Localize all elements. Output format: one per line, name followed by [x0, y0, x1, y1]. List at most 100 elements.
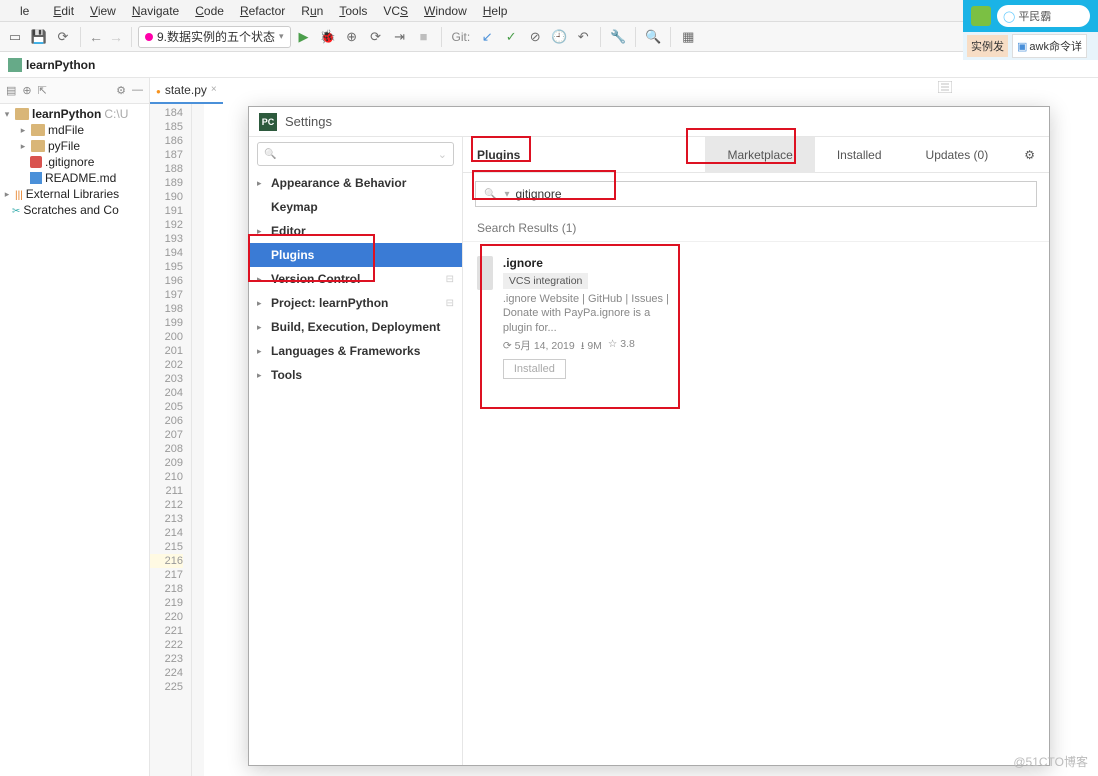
project-tree[interactable]: ▾ learnPython C:\U ▸ mdFile ▸ pyFile .gi… [0, 104, 149, 220]
tab-marketplace[interactable]: Marketplace [705, 137, 814, 173]
menu-edit[interactable]: Edit [45, 4, 82, 18]
plugin-install-button[interactable]: Installed [503, 359, 566, 379]
tree-file-gitignore[interactable]: .gitignore [0, 154, 149, 170]
tree-external-libraries[interactable]: ▸ External Libraries [0, 186, 149, 202]
breadcrumb-project[interactable]: learnPython [26, 58, 95, 72]
debug-button[interactable]: 🐞 [317, 26, 339, 48]
menu-tools[interactable]: Tools [331, 4, 375, 18]
settings-category-project-learnpython[interactable]: ▸Project: learnPython⊟ [249, 291, 462, 315]
menu-file[interactable]: le [4, 4, 45, 18]
editor-overview-icon[interactable] [937, 80, 953, 94]
tree-scratches[interactable]: Scratches and Co [0, 202, 149, 218]
line-number: 208 [150, 442, 183, 456]
external-window: ◯ 平民霸 实例发 ▣awk命令详 [963, 0, 1098, 90]
line-number-gutter: 1841851861871881891901911921931941951961… [150, 104, 192, 776]
line-number: 185 [150, 120, 183, 134]
git-compare-icon[interactable]: ⊘ [524, 26, 546, 48]
menu-view[interactable]: View [82, 4, 124, 18]
search-results-label: Search Results (1) [463, 215, 1049, 242]
gear-icon[interactable]: ⚙ [116, 84, 126, 97]
hide-icon[interactable]: — [132, 84, 143, 97]
settings-category-languages-frameworks[interactable]: ▸Languages & Frameworks [249, 339, 462, 363]
browser-tab[interactable]: ▣awk命令详 [1012, 34, 1087, 58]
settings-category-tools[interactable]: ▸Tools [249, 363, 462, 387]
browser-search[interactable]: ◯ 平民霸 [997, 5, 1090, 27]
watermark: @51CTO博客 [1013, 753, 1088, 770]
menu-code[interactable]: Code [187, 4, 232, 18]
git-revert-icon[interactable]: ↶ [572, 26, 594, 48]
attach-button[interactable]: ⇥ [389, 26, 411, 48]
editor-tab-label: state.py [165, 83, 207, 97]
markdown-icon [30, 172, 42, 184]
save-icon[interactable]: 💾 [28, 26, 50, 48]
menu-navigate[interactable]: Navigate [124, 4, 187, 18]
structure-icon[interactable]: ▦ [677, 26, 699, 48]
plugins-heading: Plugins [463, 148, 534, 162]
forward-button[interactable]: → [107, 29, 125, 45]
coverage-button[interactable]: ⊕ [341, 26, 363, 48]
line-number: 202 [150, 358, 183, 372]
stop-button[interactable]: ■ [413, 26, 435, 48]
refresh-icon[interactable]: ⟳ [52, 26, 74, 48]
line-number: 203 [150, 372, 183, 386]
run-config-selector[interactable]: 9.数据实例的五个状态 ▾ [138, 26, 291, 48]
settings-titlebar: PC Settings [249, 107, 1049, 137]
tree-root[interactable]: ▾ learnPython C:\U [0, 106, 149, 122]
ide-settings-icon[interactable]: 🔧 [607, 26, 629, 48]
git-commit-icon[interactable]: ✓ [500, 26, 522, 48]
tree-file-readme[interactable]: README.md [0, 170, 149, 186]
line-number: 214 [150, 526, 183, 540]
line-number: 224 [150, 666, 183, 680]
line-number: 192 [150, 218, 183, 232]
line-number: 206 [150, 414, 183, 428]
git-history-icon[interactable]: 🕘 [548, 26, 570, 48]
line-number: 205 [150, 400, 183, 414]
editor-tab-state[interactable]: state.py × [150, 78, 223, 104]
line-number: 198 [150, 302, 183, 316]
locate-icon[interactable]: ⊕ [22, 84, 31, 97]
menu-vcs[interactable]: VCS [375, 4, 416, 18]
close-tab-icon[interactable]: × [211, 84, 217, 95]
plugins-gear-icon[interactable]: ⚙ [1010, 137, 1049, 173]
line-number: 225 [150, 680, 183, 694]
menu-help[interactable]: Help [475, 4, 516, 18]
line-number: 204 [150, 386, 183, 400]
app-launcher-icon[interactable] [971, 6, 991, 26]
collapse-icon[interactable]: ⇱ [38, 84, 47, 97]
browser-tab[interactable]: 实例发 [967, 35, 1008, 57]
settings-category-build-execution-deployment[interactable]: ▸Build, Execution, Deployment [249, 315, 462, 339]
line-number: 187 [150, 148, 183, 162]
tab-updates[interactable]: Updates (0) [904, 137, 1011, 173]
menu-refactor[interactable]: Refactor [232, 4, 293, 18]
settings-category-editor[interactable]: ▸Editor [249, 219, 462, 243]
plugin-result-card[interactable]: .ignore VCS integration .ignore Website … [477, 256, 677, 379]
settings-search-input[interactable]: ⌄ [257, 142, 454, 166]
run-button[interactable]: ▶ [293, 26, 315, 48]
tree-folder-pyfile[interactable]: ▸ pyFile [0, 138, 149, 154]
editor-area[interactable] [204, 104, 223, 776]
settings-category-plugins[interactable]: Plugins [249, 243, 462, 267]
settings-category-version-control[interactable]: ▸Version Control⊟ [249, 267, 462, 291]
line-number: 186 [150, 134, 183, 148]
git-update-icon[interactable]: ↙ [476, 26, 498, 48]
line-number: 200 [150, 330, 183, 344]
menu-run[interactable]: Run [293, 4, 331, 18]
project-select-icon[interactable]: ▤ [6, 84, 16, 97]
search-icon[interactable]: 🔍 [642, 26, 664, 48]
settings-category-keymap[interactable]: Keymap [249, 195, 462, 219]
fold-gutter [192, 104, 204, 776]
line-number: 194 [150, 246, 183, 260]
settings-sidebar: ⌄ ▸Appearance & BehaviorKeymap▸EditorPlu… [249, 137, 463, 765]
settings-category-appearance-behavior[interactable]: ▸Appearance & Behavior [249, 171, 462, 195]
profile-button[interactable]: ⟳ [365, 26, 387, 48]
plugin-meta: ⟳ 5月 14, 2019 ⭳ 9M ☆ 3.8 [503, 338, 677, 356]
open-icon[interactable]: ▭ [4, 26, 26, 48]
tab-installed[interactable]: Installed [815, 137, 904, 173]
pycharm-icon: PC [259, 113, 277, 131]
line-number: 216 [150, 554, 183, 568]
back-button[interactable]: ← [87, 29, 105, 45]
menu-window[interactable]: Window [416, 4, 475, 18]
plugin-search-input[interactable]: ▾ gitignore [475, 181, 1037, 207]
line-number: 221 [150, 624, 183, 638]
tree-folder-mdfile[interactable]: ▸ mdFile [0, 122, 149, 138]
